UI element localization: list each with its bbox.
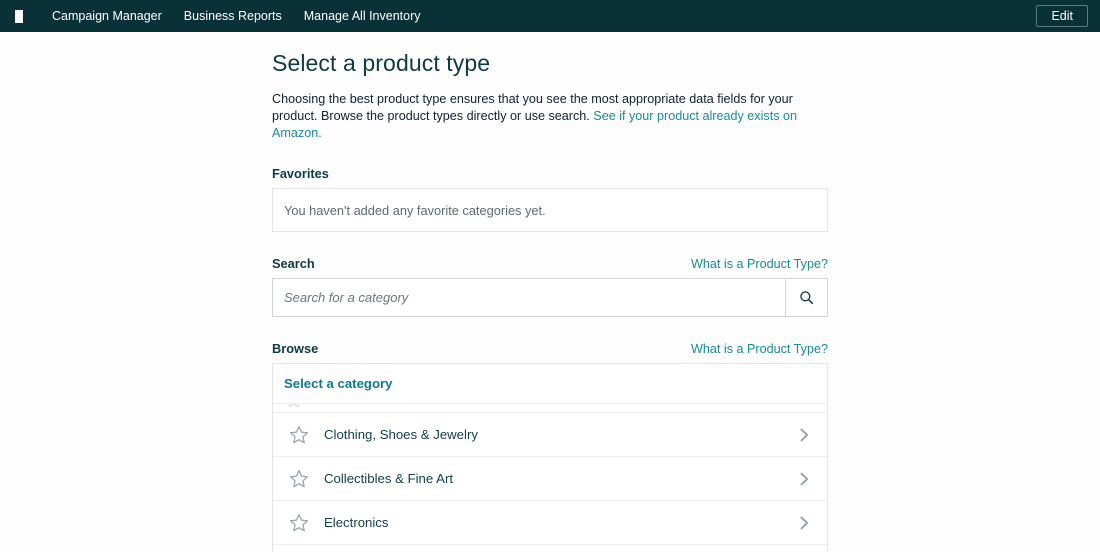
search-submit-button[interactable] <box>785 279 827 316</box>
search-input[interactable] <box>273 279 785 316</box>
search-section-header: Search What is a Product Type? <box>272 256 828 271</box>
select-a-category-label: Select a category <box>284 376 393 391</box>
star-outline-icon <box>288 404 300 408</box>
favorite-star-button[interactable] <box>284 469 314 489</box>
category-chevron-button[interactable] <box>796 471 816 487</box>
browse-heading: Browse <box>272 341 319 356</box>
category-label: Clothing, Shoes & Jewelry <box>324 427 478 442</box>
top-navigation-bar: Campaign Manager Business Reports Manage… <box>0 0 1100 32</box>
star-outline-icon <box>289 513 309 531</box>
category-label: Electronics <box>324 515 389 530</box>
category-chevron-button[interactable] <box>796 427 816 443</box>
browse-section-header: Browse What is a Product Type? <box>272 341 828 356</box>
search-heading: Search <box>272 256 315 271</box>
favorites-section-header: Favorites <box>272 166 828 181</box>
star-outline-icon <box>289 425 309 443</box>
browse-category-list: Select a category Clothing, Shoes & Jewe… <box>272 363 828 552</box>
bookmark-icon[interactable] <box>8 0 30 32</box>
category-row-gift-cards[interactable]: Gift Cards <box>273 545 827 552</box>
favorites-heading: Favorites <box>272 166 329 181</box>
bookmark-icon-glyph <box>15 9 23 23</box>
browse-list-header: Select a category <box>273 364 827 404</box>
chevron-right-icon <box>800 516 809 529</box>
search-icon <box>800 291 814 305</box>
nav-link-manage-all-inventory[interactable]: Manage All Inventory <box>293 0 432 32</box>
star-outline-icon <box>289 469 309 487</box>
favorites-empty-message: You haven't added any favorite categorie… <box>284 202 546 218</box>
top-nav-right: Edit <box>1036 5 1088 27</box>
category-row-collectibles-fine-art[interactable]: Collectibles & Fine Art <box>273 457 827 501</box>
favorite-star-button[interactable] <box>284 513 314 533</box>
category-label: Collectibles & Fine Art <box>324 471 453 486</box>
content-column: Select a product type Choosing the best … <box>272 50 828 552</box>
nav-link-campaign-manager[interactable]: Campaign Manager <box>41 0 173 32</box>
top-nav-links: Campaign Manager Business Reports Manage… <box>41 0 432 32</box>
search-bar <box>272 278 828 317</box>
favorite-star-button[interactable] <box>284 425 314 445</box>
category-row-electronics[interactable]: Electronics <box>273 501 827 545</box>
page-title: Select a product type <box>272 50 491 76</box>
category-chevron-button[interactable] <box>796 515 816 531</box>
category-row-partial-top[interactable] <box>273 404 827 413</box>
edit-button[interactable]: Edit <box>1036 5 1088 27</box>
page-body: Select a product type Choosing the best … <box>0 32 1100 552</box>
category-row-clothing-shoes-jewelry[interactable]: Clothing, Shoes & Jewelry <box>273 413 827 457</box>
chevron-right-icon <box>800 472 809 485</box>
browse-what-is-product-type-link[interactable]: What is a Product Type? <box>691 342 828 356</box>
favorites-box: You haven't added any favorite categorie… <box>272 188 828 232</box>
chevron-right-icon <box>800 428 809 441</box>
nav-link-business-reports[interactable]: Business Reports <box>173 0 293 32</box>
page-description: Choosing the best product type ensures t… <box>272 91 800 142</box>
search-what-is-product-type-link[interactable]: What is a Product Type? <box>691 257 828 271</box>
